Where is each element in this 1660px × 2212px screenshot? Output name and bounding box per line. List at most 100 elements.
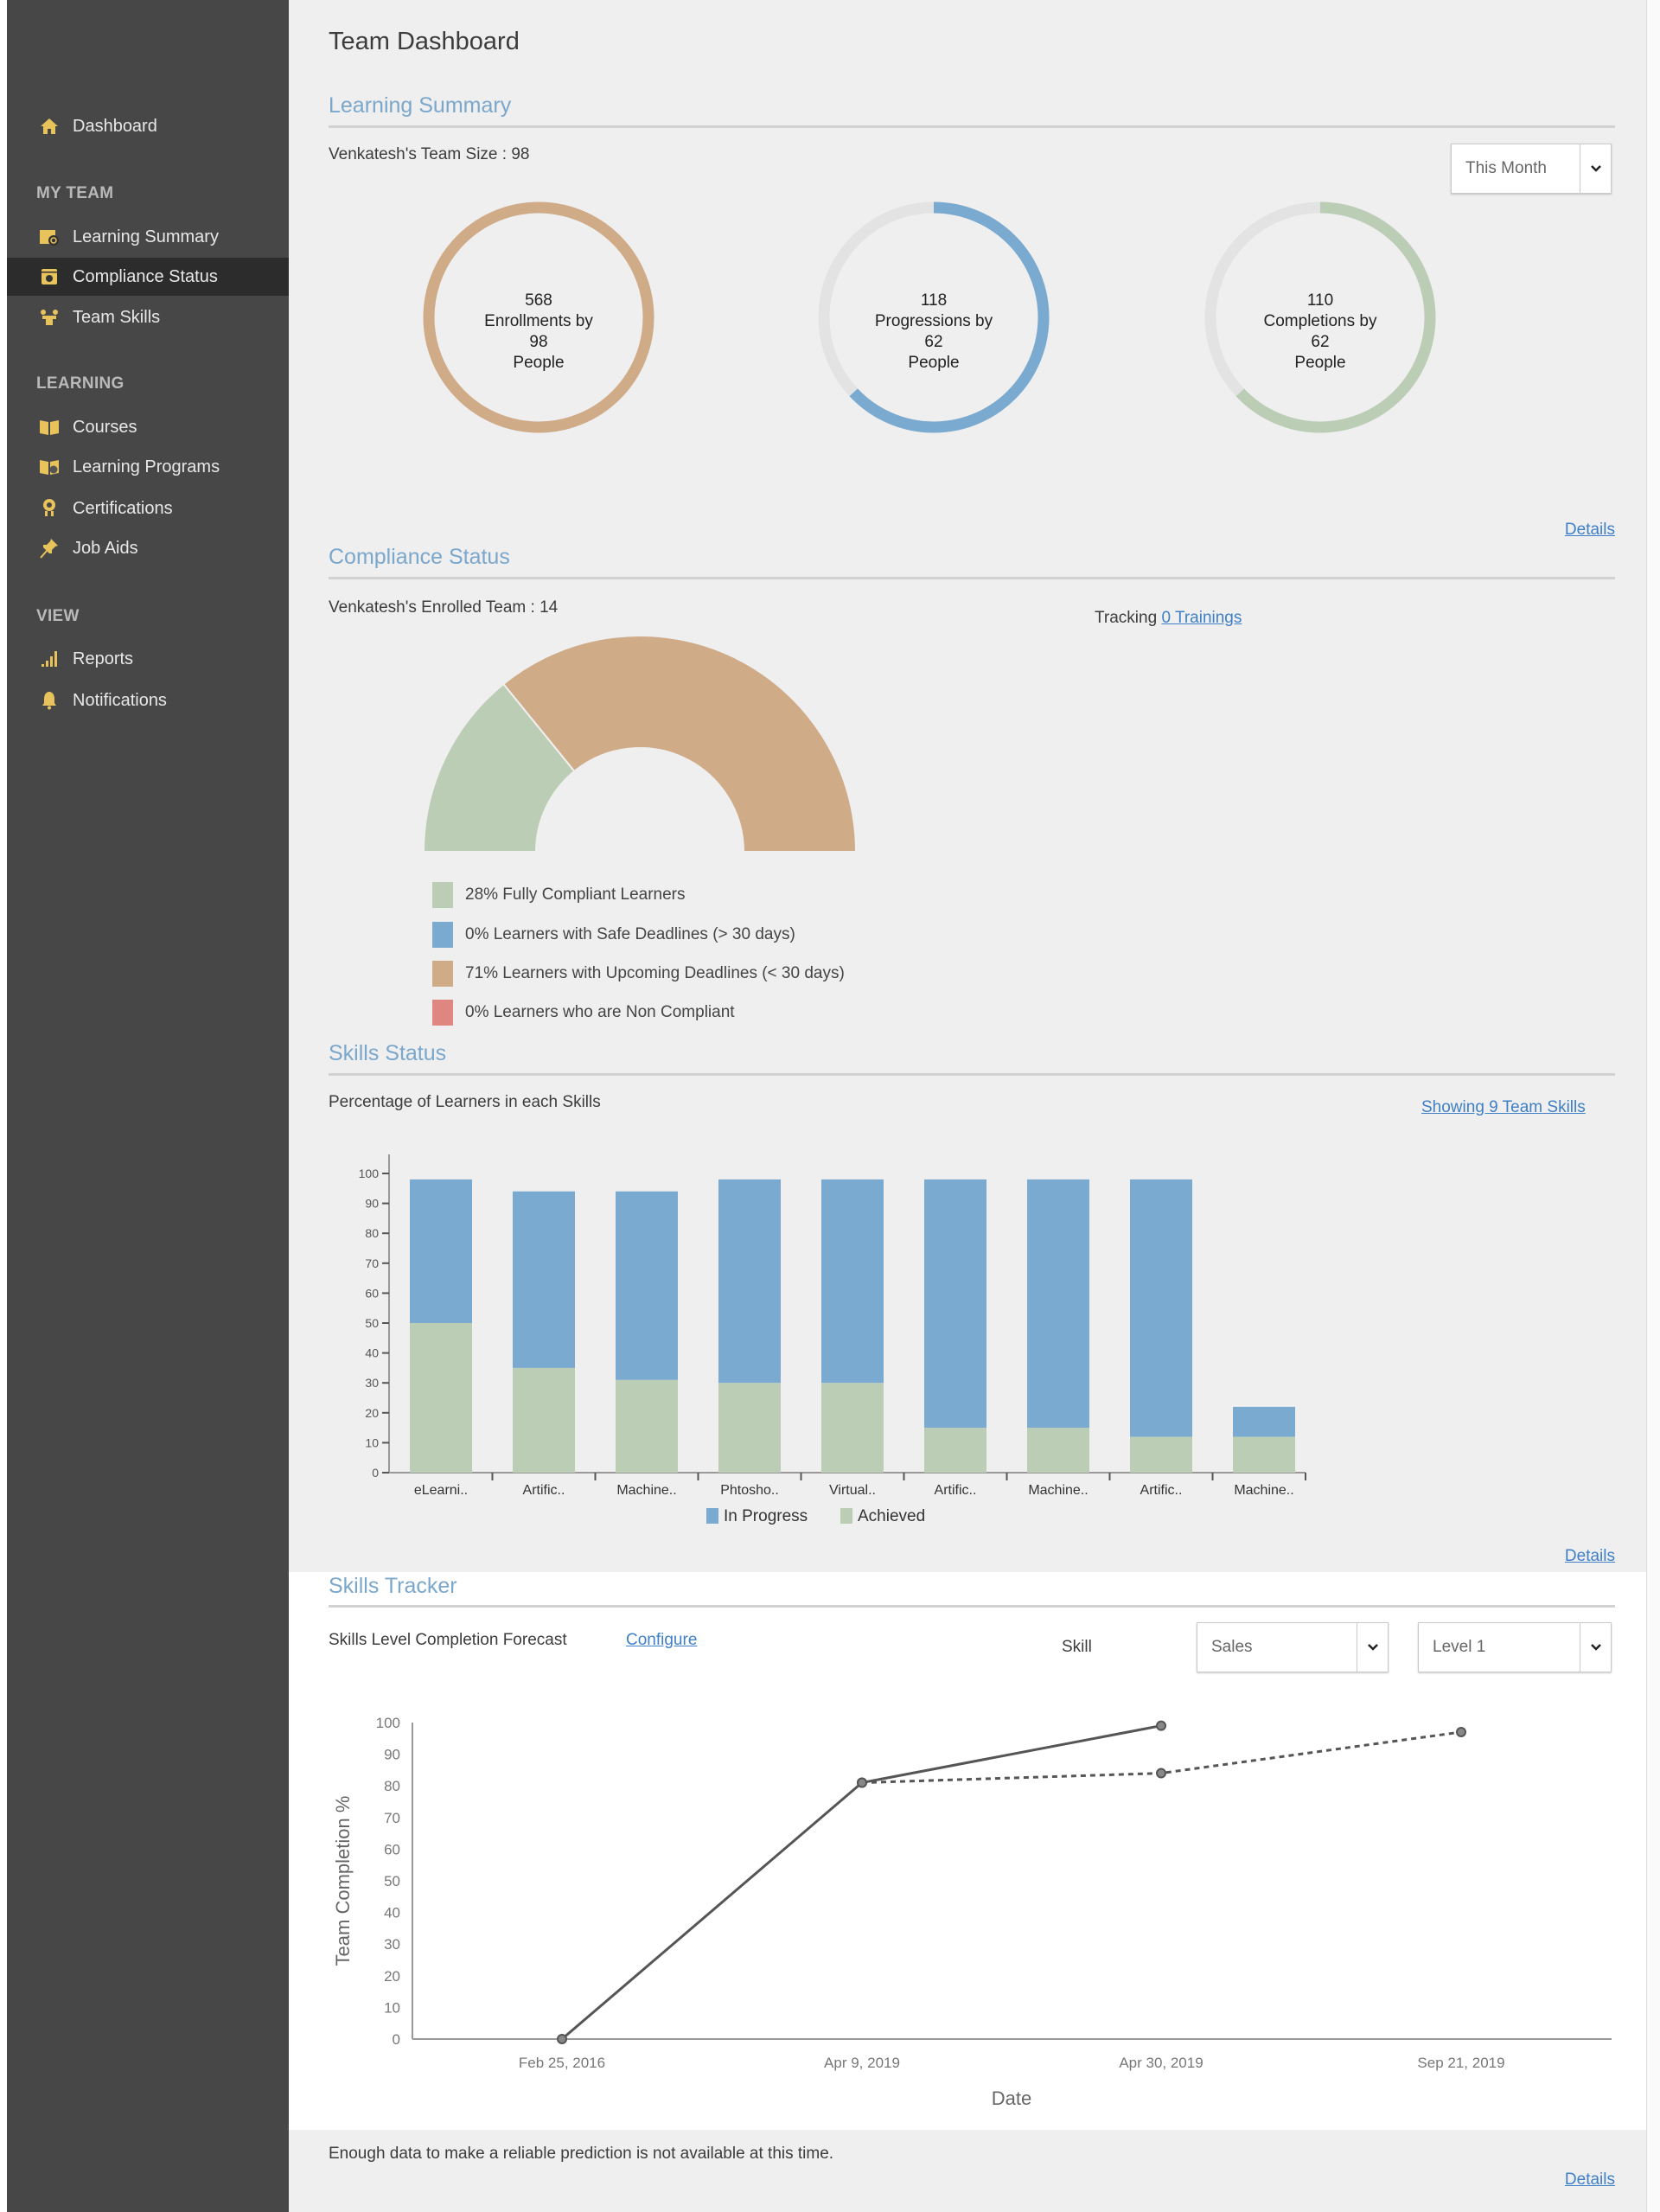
sidebar-item-compliance-status[interactable]: Compliance Status — [7, 258, 289, 296]
enrolled-team-text: Venkatesh's Enrolled Team : 14 — [329, 598, 559, 617]
bar-in-progress[interactable] — [821, 1179, 884, 1384]
sidebar-heading-view: VIEW — [36, 607, 80, 625]
data-point[interactable] — [1456, 1726, 1466, 1737]
y-tick-label: 50 — [365, 1316, 379, 1330]
y-tick-label: 80 — [384, 1778, 400, 1794]
sidebar-item-reports[interactable]: Reports — [7, 640, 289, 678]
period-select[interactable]: This Month — [1451, 144, 1612, 194]
sidebar-item-team-skills[interactable]: Team Skills — [7, 298, 289, 336]
app-frame: Dashboard MY TEAM Learning Summary Compl… — [0, 0, 1660, 2212]
forecast-subtitle: Skills Level Completion Forecast — [329, 1631, 567, 1649]
x-tick-label: Apr 30, 2019 — [1119, 2055, 1203, 2071]
legend-swatch — [432, 961, 453, 987]
sidebar-item-learning-summary[interactable]: Learning Summary — [7, 218, 289, 256]
legend-swatch — [432, 922, 453, 948]
tracking-text: Tracking 0 Trainings — [1095, 609, 1242, 628]
legend-label: 71% Learners with Upcoming Deadlines (< … — [465, 964, 845, 982]
x-tick-label: Machine.. — [1234, 1483, 1293, 1498]
skills-status-details-link[interactable]: Details — [1565, 1547, 1615, 1566]
chevron-down-icon — [1580, 1623, 1611, 1672]
y-tick-label: 20 — [384, 1968, 400, 1985]
sidebar-item-job-aids[interactable]: Job Aids — [7, 529, 289, 567]
bar-achieved[interactable] — [616, 1379, 678, 1473]
home-icon — [38, 115, 61, 137]
learning-summary-icon — [38, 226, 61, 248]
skill-select-value: Sales — [1211, 1638, 1253, 1656]
level-select-value: Level 1 — [1433, 1638, 1486, 1656]
tracking-prefix: Tracking — [1095, 609, 1158, 627]
team-skills-icon — [38, 306, 61, 329]
bar-achieved[interactable] — [1233, 1436, 1295, 1473]
bar-in-progress[interactable] — [1027, 1179, 1089, 1429]
sidebar-item-label: Dashboard — [73, 116, 157, 136]
skills-bar-chart: 0 10 20 30 40 50 60 70 80 90 100 eLearni.. Artific..… — [359, 1154, 1306, 1525]
bar-in-progress[interactable] — [513, 1191, 575, 1368]
bar-in-progress[interactable] — [718, 1179, 781, 1384]
configure-link[interactable]: Configure — [626, 1631, 697, 1650]
x-axis-label: Date — [992, 2087, 1031, 2109]
y-tick-label: 100 — [376, 1715, 400, 1731]
forecast-line-chart: 0 10 20 30 40 50 60 70 80 90 100 Feb 25, 2016 Apr 9,… — [332, 1715, 1612, 2109]
bar-achieved[interactable] — [821, 1383, 884, 1473]
sidebar-item-learning-programs[interactable]: Learning Programs — [7, 448, 289, 486]
y-tick-label: 80 — [365, 1226, 379, 1240]
sidebar-item-certifications[interactable]: Certifications — [7, 489, 289, 527]
bell-icon — [38, 689, 61, 712]
data-point[interactable] — [857, 1777, 867, 1788]
sidebar-heading-learning: LEARNING — [36, 374, 124, 393]
bar-in-progress[interactable] — [616, 1191, 678, 1380]
showing-team-skills-link[interactable]: Showing 9 Team Skills — [1421, 1098, 1586, 1117]
y-tick-label: 0 — [393, 2031, 400, 2048]
learning-programs-icon — [38, 456, 61, 478]
y-tick-label: 60 — [365, 1286, 379, 1300]
bar-in-progress[interactable] — [410, 1179, 472, 1323]
sidebar-item-label: Courses — [73, 417, 137, 437]
page-title: Team Dashboard — [329, 28, 520, 55]
legend-swatch — [706, 1508, 718, 1524]
bar-achieved[interactable] — [410, 1323, 472, 1473]
bar-achieved[interactable] — [718, 1383, 781, 1473]
section-divider — [329, 1073, 1615, 1076]
ring-count: 118 — [920, 291, 948, 310]
compliance-status-title: Compliance Status — [329, 545, 510, 569]
x-tick-label: Phtosho.. — [720, 1483, 779, 1498]
skills-status-subtitle: Percentage of Learners in each Skills — [329, 1093, 601, 1111]
sidebar-item-notifications[interactable]: Notifications — [7, 681, 289, 719]
bar-in-progress[interactable] — [1233, 1406, 1295, 1437]
legend-swatch — [432, 882, 453, 908]
bar-achieved[interactable] — [924, 1428, 986, 1473]
scrollbar-track[interactable] — [1646, 0, 1660, 2212]
x-tick-label: Artific.. — [935, 1483, 977, 1498]
ring-suffix: People — [513, 354, 565, 372]
team-size-text: Venkatesh's Team Size : 98 — [329, 145, 530, 163]
data-point[interactable] — [557, 2034, 567, 2044]
ring-metric: Progressions by — [874, 312, 993, 330]
level-select[interactable]: Level 1 — [1418, 1622, 1612, 1672]
data-point[interactable] — [1156, 1768, 1166, 1779]
compliance-legend-item: 0% Learners who are Non Compliant — [432, 1000, 735, 1026]
line-actual — [561, 1724, 1162, 2041]
sidebar-item-label: Team Skills — [73, 307, 161, 327]
trainings-link[interactable]: 0 Trainings — [1161, 609, 1242, 627]
data-point[interactable] — [1156, 1720, 1166, 1731]
bar-achieved[interactable] — [1130, 1436, 1192, 1473]
sidebar-item-dashboard[interactable]: Dashboard — [7, 107, 289, 145]
pin-icon — [38, 537, 61, 559]
bar-in-progress[interactable] — [924, 1179, 986, 1429]
learning-summary-details-link[interactable]: Details — [1565, 521, 1615, 540]
ring-count: 568 — [525, 291, 552, 310]
y-tick-label: 70 — [384, 1810, 400, 1826]
bar-in-progress[interactable] — [1130, 1179, 1192, 1437]
y-tick-label: 90 — [365, 1197, 379, 1211]
y-tick-label: 90 — [384, 1747, 400, 1763]
skills-tracker-details-link[interactable]: Details — [1565, 2170, 1615, 2190]
bar-achieved[interactable] — [1027, 1428, 1089, 1473]
x-tick-label: Machine.. — [616, 1483, 676, 1498]
chevron-down-icon — [1357, 1623, 1388, 1672]
y-tick-label: 40 — [384, 1905, 400, 1921]
skill-select[interactable]: Sales — [1197, 1622, 1389, 1672]
progressions-label: 118 Progressions by 62 People — [808, 291, 1059, 374]
bar-achieved[interactable] — [513, 1367, 575, 1473]
x-tick-label: Machine.. — [1028, 1483, 1088, 1498]
sidebar-item-courses[interactable]: Courses — [7, 408, 289, 446]
